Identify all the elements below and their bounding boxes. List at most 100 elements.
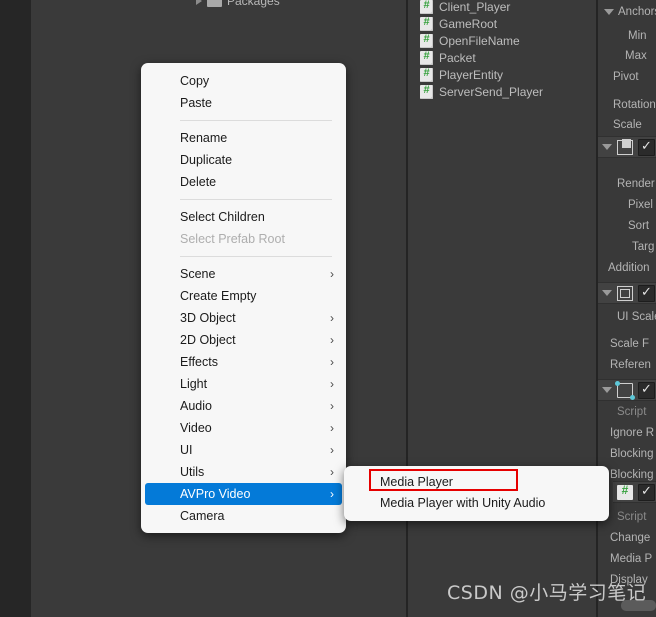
- submenu-item-media-player-with-unity-audio[interactable]: Media Player with Unity Audio: [344, 493, 609, 514]
- csharp-script-icon: [420, 84, 433, 99]
- chevron-right-icon: ›: [330, 311, 334, 325]
- blocking-mask-label: Blocking: [610, 469, 654, 481]
- expand-arrow-icon[interactable]: [196, 0, 202, 5]
- scale-label: Scale: [613, 119, 642, 131]
- menu-item-label: Utils: [180, 465, 205, 479]
- chevron-right-icon: ›: [330, 333, 334, 347]
- hierarchy-item-client-player[interactable]: Client_Player: [420, 0, 510, 15]
- menu-item-effects[interactable]: Effects ›: [141, 351, 346, 373]
- component-header-canvas-scaler[interactable]: [598, 282, 656, 304]
- chevron-right-icon: ›: [330, 487, 334, 501]
- menu-item-label: Paste: [180, 96, 212, 110]
- media-player-enabled-checkbox[interactable]: [638, 482, 655, 501]
- menu-item-camera[interactable]: Camera: [141, 505, 346, 527]
- menu-item-label: UI: [180, 443, 193, 457]
- component-header-canvas[interactable]: [598, 136, 656, 158]
- canvas-scaler-enabled-checkbox[interactable]: [638, 283, 655, 302]
- anchor-min-label: Min: [628, 30, 647, 42]
- hierarchy-item-label: Packet: [439, 50, 476, 65]
- folder-icon: [207, 0, 222, 7]
- anchors-label: Anchors: [618, 6, 656, 18]
- menu-item-copy[interactable]: Copy: [141, 70, 346, 92]
- csharp-script-icon: [617, 483, 633, 500]
- menu-item-label: Duplicate: [180, 153, 233, 167]
- foldout-triangle-icon[interactable]: [604, 9, 614, 15]
- csharp-script-icon: [420, 50, 433, 65]
- menu-item-light[interactable]: Light ›: [141, 373, 346, 395]
- menu-item-duplicate[interactable]: Duplicate: [141, 149, 346, 171]
- rotation-label: Rotation: [613, 99, 656, 111]
- chevron-right-icon: ›: [330, 465, 334, 479]
- hierarchy-item-openfilename[interactable]: OpenFileName: [420, 32, 520, 49]
- menu-item-scene[interactable]: Scene ›: [141, 263, 346, 285]
- chevron-right-icon: ›: [330, 421, 334, 435]
- menu-item-ui[interactable]: UI ›: [141, 439, 346, 461]
- left-edge-strip: [0, 0, 31, 617]
- hierarchy-item-serversend-player[interactable]: ServerSend_Player: [420, 83, 543, 100]
- hierarchy-item-label: OpenFileName: [439, 33, 520, 48]
- hierarchy-item-packet[interactable]: Packet: [420, 49, 476, 66]
- canvas-pixel-label: Pixel: [628, 199, 653, 211]
- menu-item-select-children[interactable]: Select Children: [141, 206, 346, 228]
- menu-item-label: Select Children: [180, 210, 265, 224]
- unity-editor-window: Packages Client_Player GameRoot OpenFile…: [0, 0, 656, 617]
- csharp-script-icon: [420, 16, 433, 31]
- chevron-right-icon: ›: [330, 377, 334, 391]
- inspector-foldout-anchors[interactable]: Anchors: [604, 6, 656, 18]
- change-label: Change: [610, 532, 651, 544]
- canvas-additional-label: Addition: [608, 262, 650, 274]
- media-label: Media P: [610, 553, 653, 565]
- menu-item-create-empty[interactable]: Create Empty: [141, 285, 346, 307]
- menu-item-audio[interactable]: Audio ›: [141, 395, 346, 417]
- menu-item-utils[interactable]: Utils ›: [141, 461, 346, 483]
- foldout-triangle-icon[interactable]: [602, 144, 612, 150]
- component-header-graphic-raycaster[interactable]: [598, 379, 656, 401]
- avpro-video-submenu[interactable]: Media Player Media Player with Unity Aud…: [344, 466, 609, 521]
- raycaster-script-label: Script: [617, 406, 647, 418]
- menu-item-3d-object[interactable]: 3D Object ›: [141, 307, 346, 329]
- menu-item-label: Rename: [180, 131, 228, 145]
- graphic-raycaster-enabled-checkbox[interactable]: [638, 380, 655, 399]
- project-row-packages[interactable]: Packages: [196, 0, 280, 10]
- canvas-target-label: Targ: [632, 241, 655, 253]
- menu-item-label: AVPro Video: [180, 487, 251, 501]
- foldout-triangle-icon[interactable]: [602, 387, 612, 393]
- menu-item-label: Create Empty: [180, 289, 257, 303]
- menu-item-avpro-video[interactable]: AVPro Video ›: [145, 483, 342, 505]
- menu-item-delete[interactable]: Delete: [141, 171, 346, 193]
- graphic-raycaster-icon: [615, 380, 635, 400]
- ignore-reversed-label: Ignore R: [610, 427, 655, 439]
- menu-item-label: Select Prefab Root: [180, 232, 285, 246]
- menu-item-select-prefab-root: Select Prefab Root: [141, 228, 346, 250]
- menu-item-2d-object[interactable]: 2D Object ›: [141, 329, 346, 351]
- reference-label: Referen: [610, 359, 651, 371]
- menu-item-label: Effects: [180, 355, 218, 369]
- watermark-text: CSDN @小马学习笔记: [447, 582, 647, 604]
- inspector-panel[interactable]: [598, 0, 656, 617]
- chevron-right-icon: ›: [330, 267, 334, 281]
- menu-item-label: Audio: [180, 399, 212, 413]
- menu-item-label: 3D Object: [180, 311, 236, 325]
- menu-separator: [180, 120, 332, 121]
- scale-factor-label: Scale F: [610, 338, 649, 350]
- csharp-script-icon: [420, 0, 433, 14]
- hierarchy-item-gameroot[interactable]: GameRoot: [420, 15, 497, 32]
- anchor-max-label: Max: [625, 50, 647, 62]
- canvas-sort-label: Sort: [628, 220, 650, 232]
- menu-item-video[interactable]: Video ›: [141, 417, 346, 439]
- foldout-triangle-icon[interactable]: [602, 290, 612, 296]
- pivot-label: Pivot: [613, 71, 639, 83]
- ui-scale-label: UI Scale: [617, 311, 656, 323]
- menu-item-label: 2D Object: [180, 333, 236, 347]
- component-header-media-player[interactable]: [613, 481, 656, 503]
- hierarchy-item-label: Client_Player: [439, 0, 511, 14]
- canvas-enabled-checkbox[interactable]: [638, 137, 655, 156]
- submenu-item-label: Media Player with Unity Audio: [380, 496, 546, 510]
- context-menu[interactable]: Copy Paste Rename Duplicate Delete Selec…: [141, 63, 346, 533]
- hierarchy-item-playerentity[interactable]: PlayerEntity: [420, 66, 503, 83]
- menu-item-label: Scene: [180, 267, 216, 281]
- menu-item-rename[interactable]: Rename: [141, 127, 346, 149]
- menu-item-paste[interactable]: Paste: [141, 92, 346, 114]
- canvas-render-label: Render: [617, 178, 655, 190]
- submenu-item-media-player[interactable]: Media Player: [344, 472, 609, 493]
